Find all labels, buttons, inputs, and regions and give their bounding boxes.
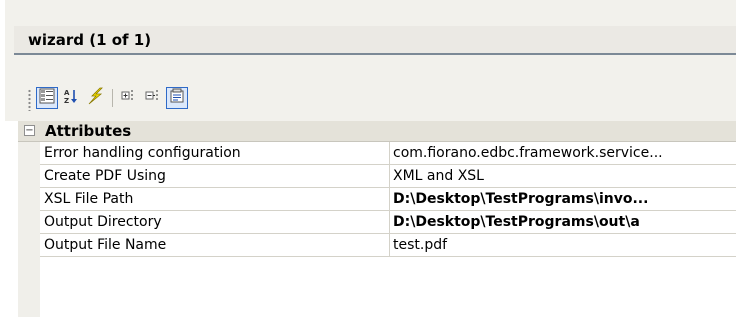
lightning-events-icon <box>86 87 104 109</box>
property-row[interactable]: Create PDF Using XML and XSL <box>40 165 736 188</box>
property-value[interactable]: com.fiorano.edbc.framework.service... <box>393 145 736 161</box>
property-row[interactable]: Error handling configuration com.fiorano… <box>40 142 736 165</box>
property-name: Create PDF Using <box>44 168 166 184</box>
expand-all-button[interactable] <box>118 87 140 109</box>
property-name: XSL File Path <box>44 191 134 207</box>
property-toolbar: A Z <box>28 85 328 113</box>
column-divider <box>389 165 390 187</box>
property-row[interactable]: Output Directory D:\Desktop\TestPrograms… <box>40 211 736 234</box>
expand-all-icon <box>121 88 137 108</box>
toolbar-separator <box>112 89 113 107</box>
grid-empty-area <box>40 257 736 294</box>
svg-text:A: A <box>64 89 70 97</box>
category-row-attributes[interactable]: − Attributes <box>18 121 736 142</box>
panel-title-bar: wizard (1 of 1) <box>14 26 736 55</box>
column-divider <box>389 188 390 210</box>
events-button[interactable] <box>84 87 106 109</box>
panel-title: wizard (1 of 1) <box>28 31 152 49</box>
collapse-all-icon <box>145 88 161 108</box>
property-pages-button[interactable] <box>166 87 188 109</box>
property-pages-icon <box>169 88 185 108</box>
property-row[interactable]: XSL File Path D:\Desktop\TestPrograms\in… <box>40 188 736 211</box>
property-value[interactable]: test.pdf <box>393 237 736 253</box>
property-sheet-panel: wizard (1 of 1) A Z − Attributes Error h… <box>0 0 736 317</box>
toolbar-grip[interactable] <box>28 89 31 111</box>
property-grid: − Attributes Error handling configuratio… <box>18 121 736 317</box>
categorized-view-icon <box>39 88 55 108</box>
property-name: Output Directory <box>44 214 162 230</box>
column-divider <box>389 234 390 256</box>
property-name: Error handling configuration <box>44 145 241 161</box>
collapse-all-button[interactable] <box>142 87 164 109</box>
property-value[interactable]: D:\Desktop\TestPrograms\out\a <box>393 214 736 230</box>
property-name: Output File Name <box>44 237 167 253</box>
collapse-toggle-icon[interactable]: − <box>24 125 35 136</box>
property-row[interactable]: Output File Name test.pdf <box>40 234 736 257</box>
column-divider <box>389 142 390 164</box>
svg-text:Z: Z <box>64 97 69 104</box>
column-divider <box>389 211 390 233</box>
property-value[interactable]: XML and XSL <box>393 168 736 184</box>
sort-alphabetical-button[interactable]: A Z <box>60 87 82 109</box>
categorized-view-button[interactable] <box>36 87 58 109</box>
property-value[interactable]: D:\Desktop\TestPrograms\invo... <box>393 191 736 207</box>
grid-left-margin <box>18 141 40 317</box>
category-label: Attributes <box>45 122 132 140</box>
sort-alphabetical-icon: A Z <box>63 88 79 108</box>
